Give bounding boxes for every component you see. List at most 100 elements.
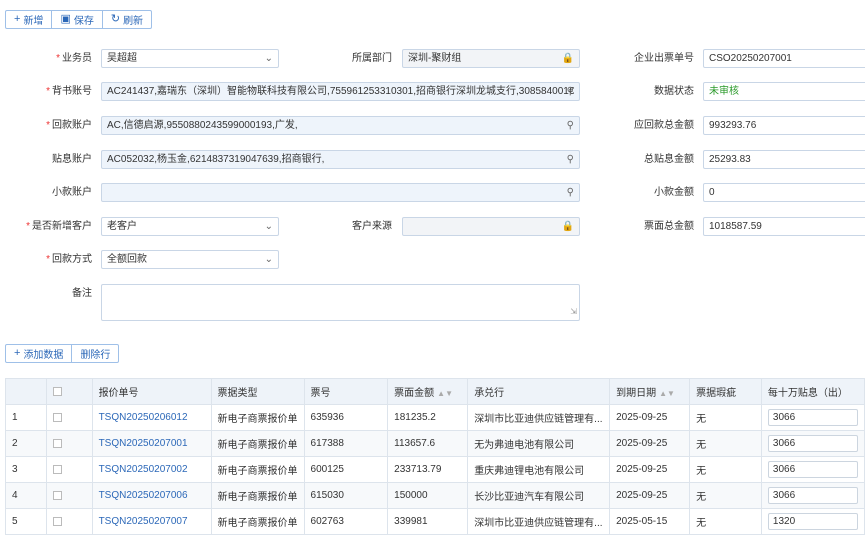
sort-icon[interactable]: ▲▼ [437,389,453,398]
chevron-down-icon: ⌄ [264,254,273,265]
lock-icon: 🔒 [561,53,574,64]
face-total-label: 票面总金额 [644,221,694,232]
search-icon[interactable]: ⚲ [567,117,574,134]
due-date-header[interactable]: 到期日期 ▲▼ [609,378,691,405]
defect-header: 票据瑕疵 [689,378,762,405]
search-icon[interactable]: ⚲ [567,184,574,201]
invoice-no-field[interactable]: CSO20250207001 [703,49,865,68]
customer-source-label: 客户来源 [352,221,392,232]
select-all-checkbox[interactable] [53,386,63,396]
due-date-cell: 2025-09-25 [609,430,691,457]
defect-cell: 无 [689,430,762,457]
bill-type-cell: 新电子商票报价单 [210,456,305,483]
endorse-account-field[interactable]: AC241437,嘉瑞东（深圳）智能物联科技有限公司,7559612533103… [101,82,580,101]
payback-method-select[interactable]: 全额回款 ⌄ [101,250,279,269]
discount-cell: 3066 [760,456,865,483]
discount-input[interactable]: 3066 [767,487,858,504]
row-checkbox[interactable] [53,438,63,448]
row-checkbox-cell[interactable] [46,430,93,457]
plus-icon: + [14,347,21,359]
new-customer-select[interactable]: 老客户 ⌄ [101,217,279,236]
receivable-total-field: 993293.76 [703,116,865,135]
row-checkbox[interactable] [53,464,63,474]
main-toolbar: + 新增 ▣ 保存 ↻ 刷新 [5,10,153,29]
index-header [4,378,48,405]
data-status-label: 数据状态 [654,86,694,97]
discount-input[interactable]: 1320 [767,513,858,530]
row-checkbox[interactable] [53,490,63,500]
defect-cell: 无 [689,404,762,431]
table-header-row: 报价单号 票据类型 票号 票面金额 ▲▼ 承兑行 到期日期 ▲▼ 票据瑕疵 每十万贴… [4,378,865,405]
row-index: 3 [4,456,48,483]
receivable-total-label: 应回款总金额 [634,120,694,131]
discount-cell: 3066 [760,430,865,457]
save-button[interactable]: ▣ 保存 [51,10,103,29]
small-amount-field[interactable]: 0 [703,183,865,202]
discount-total-field: 25293.83 [703,150,865,169]
small-amount-label: 小款金额 [654,187,694,198]
discount-input[interactable]: 3066 [767,409,858,426]
table-row[interactable]: 2 TSQN20250207001 新电子商票报价单 617388 113657… [4,430,865,457]
remark-textarea[interactable]: ⇲ [101,284,580,321]
bill-no-cell: 617388 [303,430,389,457]
discount-account-field[interactable]: AC052032,杨玉金,6214837319047639,招商银行, ⚲ [101,150,580,169]
table-row[interactable]: 1 TSQN20250206012 新电子商票报价单 635936 181235… [4,404,865,431]
new-customer-label: * 是否新增客户 [26,221,92,232]
table-row[interactable]: 3 TSQN20250207002 新电子商票报价单 600125 233713… [4,456,865,483]
bill-type-cell: 新电子商票报价单 [210,404,305,431]
endorse-account-label: * 背书账号 [46,86,92,97]
payback-account-field[interactable]: AC,信德启源,9550880243599000193,广发, ⚲ [101,116,580,135]
add-button[interactable]: + 新增 [5,10,53,29]
face-amount-header[interactable]: 票面金额 ▲▼ [387,378,469,405]
quote-no-link[interactable]: TSQN20250207001 [91,430,212,457]
table-row[interactable]: 5 TSQN20250207007 新电子商票报价单 602763 339981… [4,508,865,535]
row-checkbox-cell[interactable] [46,404,93,431]
data-status-field: 未审核 [703,82,865,101]
acceptor-cell: 无为弗迪电池有限公司 [467,430,611,457]
row-checkbox-cell[interactable] [46,482,93,509]
search-icon[interactable]: ⚲ [567,83,574,100]
payback-method-label: * 回款方式 [46,254,92,265]
add-data-button[interactable]: + 添加数据 [5,344,73,363]
select-all-checkbox-cell[interactable] [46,378,93,405]
resize-handle-icon[interactable]: ⇲ [570,303,577,320]
defect-cell: 无 [689,508,762,535]
face-amount-cell: 233713.79 [387,456,469,483]
discount-cell: 3066 [760,404,865,431]
refresh-button[interactable]: ↻ 刷新 [101,10,153,29]
quote-no-link[interactable]: TSQN20250207006 [91,482,212,509]
acceptor-cell: 长沙比亚迪汽车有限公司 [467,482,611,509]
discount-input[interactable]: 3066 [767,461,858,478]
discount-cell: 3066 [760,482,865,509]
sort-icon[interactable]: ▲▼ [659,389,675,398]
discount-input[interactable]: 3066 [767,435,858,452]
quote-no-link[interactable]: TSQN20250206012 [91,404,212,431]
delete-row-button[interactable]: 删除行 [71,344,120,363]
payback-account-label: * 回款账户 [46,120,92,131]
small-account-field[interactable]: ⚲ [101,183,580,202]
bill-no-cell: 602763 [303,508,389,535]
chevron-down-icon: ⌄ [264,53,273,64]
quote-no-link[interactable]: TSQN20250207007 [91,508,212,535]
face-amount-cell: 339981 [387,508,469,535]
row-index: 2 [4,430,48,457]
row-index: 4 [4,482,48,509]
row-checkbox-cell[interactable] [46,456,93,483]
small-account-label: 小款账户 [52,187,92,198]
bill-no-cell: 635936 [303,404,389,431]
quote-no-link[interactable]: TSQN20250207002 [91,456,212,483]
row-checkbox[interactable] [53,412,63,422]
table-row[interactable]: 4 TSQN20250207006 新电子商票报价单 615030 150000… [4,482,865,509]
acceptor-cell: 深圳市比亚迪供应链管理有... [467,404,611,431]
row-checkbox[interactable] [53,516,63,526]
salesman-select[interactable]: 吴超超 ⌄ [101,49,279,68]
lock-icon: 🔒 [561,221,574,232]
row-checkbox-cell[interactable] [46,508,93,535]
face-amount-cell: 181235.2 [387,404,469,431]
bill-type-cell: 新电子商票报价单 [210,430,305,457]
acceptor-cell: 深圳市比亚迪供应链管理有... [467,508,611,535]
save-icon: ▣ [60,13,71,25]
discount-cell: 1320 [760,508,865,535]
search-icon[interactable]: ⚲ [567,151,574,168]
chevron-down-icon: ⌄ [264,221,273,232]
